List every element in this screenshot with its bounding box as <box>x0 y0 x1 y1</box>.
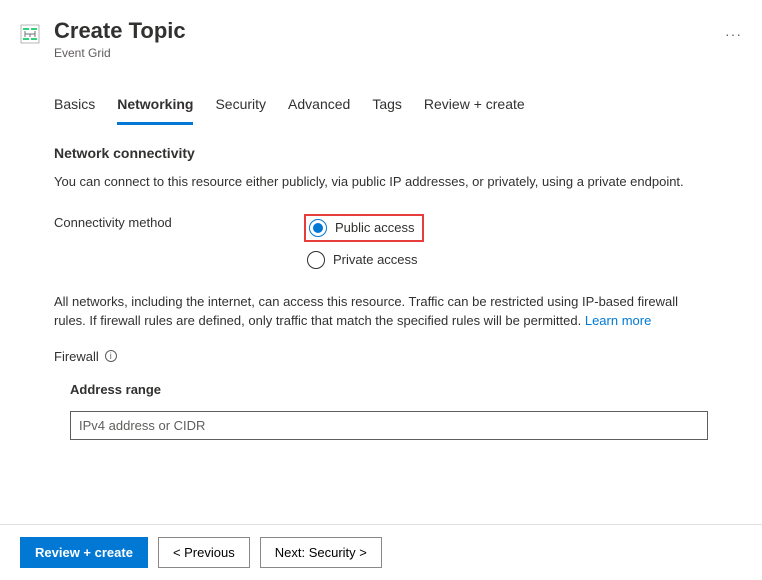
private-access-label: Private access <box>333 252 418 267</box>
info-icon[interactable]: i <box>105 350 117 362</box>
more-actions-button[interactable]: ··· <box>725 26 742 42</box>
page-subtitle: Event Grid <box>54 46 709 60</box>
public-access-label: Public access <box>335 220 414 235</box>
firewall-title: Firewall <box>54 349 99 364</box>
network-connectivity-title: Network connectivity <box>54 145 708 161</box>
next-button[interactable]: Next: Security > <box>260 537 382 568</box>
address-range-label: Address range <box>70 382 708 397</box>
tabs-nav: Basics Networking Security Advanced Tags… <box>54 90 708 125</box>
content-area: Basics Networking Security Advanced Tags… <box>0 60 762 439</box>
radio-unchecked-icon <box>307 251 325 269</box>
tab-tags[interactable]: Tags <box>372 90 402 125</box>
public-access-radio[interactable]: Public access <box>304 214 424 242</box>
private-access-radio[interactable]: Private access <box>304 248 424 272</box>
firewall-section: Address range <box>54 382 708 440</box>
wizard-footer: Review + create < Previous Next: Securit… <box>0 524 762 580</box>
tab-advanced[interactable]: Advanced <box>288 90 350 125</box>
tab-networking[interactable]: Networking <box>117 90 193 125</box>
page-header: Create Topic Event Grid ··· <box>0 0 762 60</box>
address-range-input[interactable] <box>70 411 708 440</box>
connectivity-row: Connectivity method Public access Privat… <box>54 214 708 272</box>
access-info-text: All networks, including the internet, ca… <box>54 292 708 331</box>
page-title: Create Topic <box>54 18 709 44</box>
connectivity-label: Connectivity method <box>54 214 304 230</box>
tab-security[interactable]: Security <box>215 90 266 125</box>
tab-basics[interactable]: Basics <box>54 90 95 125</box>
tab-review-create[interactable]: Review + create <box>424 90 525 125</box>
previous-button[interactable]: < Previous <box>158 537 250 568</box>
review-create-button[interactable]: Review + create <box>20 537 148 568</box>
network-connectivity-desc: You can connect to this resource either … <box>54 173 708 191</box>
learn-more-link[interactable]: Learn more <box>585 313 651 328</box>
event-grid-icon <box>20 24 40 44</box>
radio-checked-icon <box>309 219 327 237</box>
firewall-header: Firewall i <box>54 349 708 364</box>
connectivity-radio-group: Public access Private access <box>304 214 424 272</box>
